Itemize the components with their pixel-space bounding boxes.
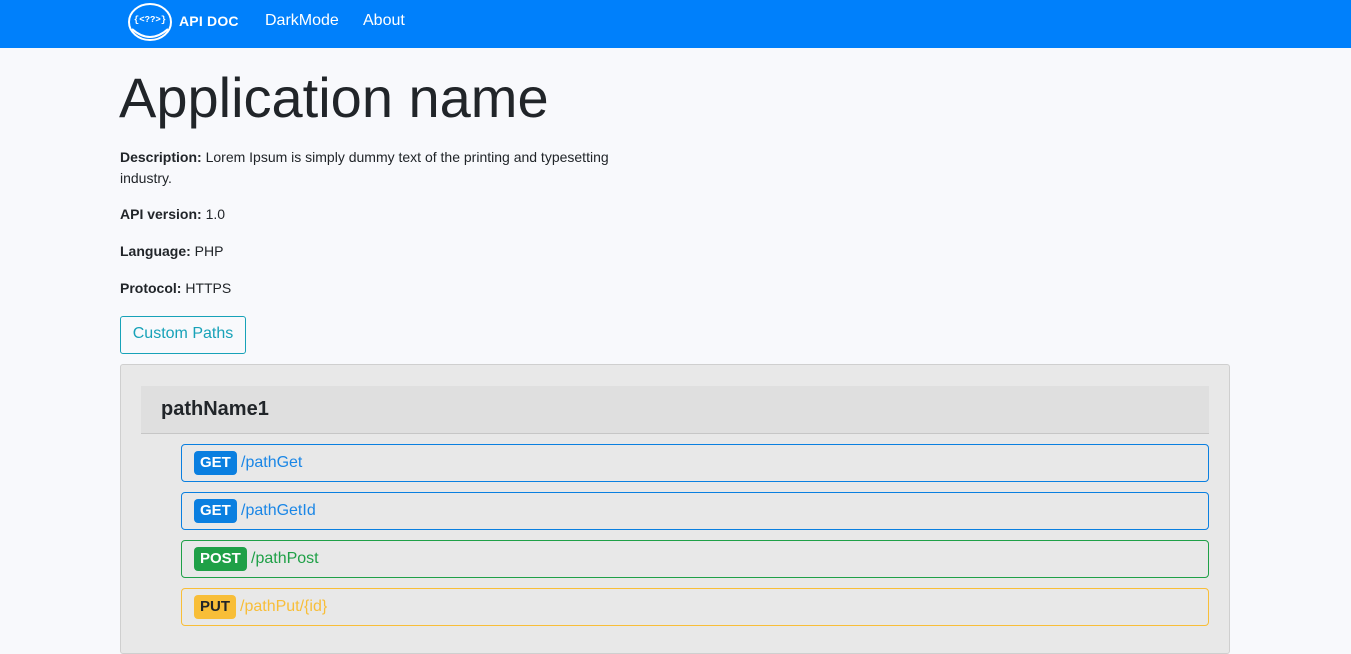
description-label: Description: [120, 149, 202, 165]
language-label: Language: [120, 243, 191, 259]
method-badge: GET [194, 451, 237, 475]
protocol-value: HTTPS [185, 280, 232, 296]
info-api-version: API version: 1.0 [120, 204, 620, 225]
page-title: Application name [119, 66, 549, 129]
path-group-header[interactable]: pathName1 [141, 386, 1209, 434]
info-protocol: Protocol: HTTPS [120, 278, 620, 299]
path-group-title: pathName1 [161, 398, 269, 420]
method-badge: POST [194, 547, 247, 571]
nav-darkmode-link[interactable]: DarkMode [265, 12, 339, 30]
brand-logo-text: {<??>} [134, 15, 166, 25]
protocol-label: Protocol: [120, 280, 182, 296]
endpoint-get-pathgetid[interactable]: GET /pathGetId [181, 492, 1209, 530]
language-value: PHP [194, 243, 224, 259]
info-description: Description: Lorem Ipsum is simply dummy… [120, 147, 620, 189]
endpoint-path: /pathGet [241, 454, 303, 471]
version-label: API version: [120, 206, 202, 222]
version-value: 1.0 [205, 206, 226, 222]
endpoint-post-pathpost[interactable]: POST /pathPost [181, 540, 1209, 578]
nav-about-link[interactable]: About [363, 12, 405, 30]
paths-panel: pathName1 GET /pathGet GET /pathGetId PO… [120, 364, 1230, 654]
brand-logo-icon: {<??>} [128, 3, 172, 41]
custom-paths-button[interactable]: Custom Paths [120, 316, 246, 354]
endpoint-put-pathput[interactable]: PUT /pathPut/{id} [181, 588, 1209, 626]
method-badge: PUT [194, 595, 236, 619]
endpoint-path: /pathPut/{id} [240, 598, 328, 615]
endpoint-get-pathget[interactable]: GET /pathGet [181, 444, 1209, 482]
info-language: Language: PHP [120, 241, 620, 262]
brand-logo[interactable]: {<??>} [127, 3, 173, 43]
endpoint-path: /pathGetId [241, 502, 316, 519]
method-badge: GET [194, 499, 237, 523]
navbar: {<??>} API DOC DarkMode About [0, 0, 1351, 48]
brand-name[interactable]: API DOC [179, 13, 239, 29]
endpoint-path: /pathPost [251, 550, 319, 567]
